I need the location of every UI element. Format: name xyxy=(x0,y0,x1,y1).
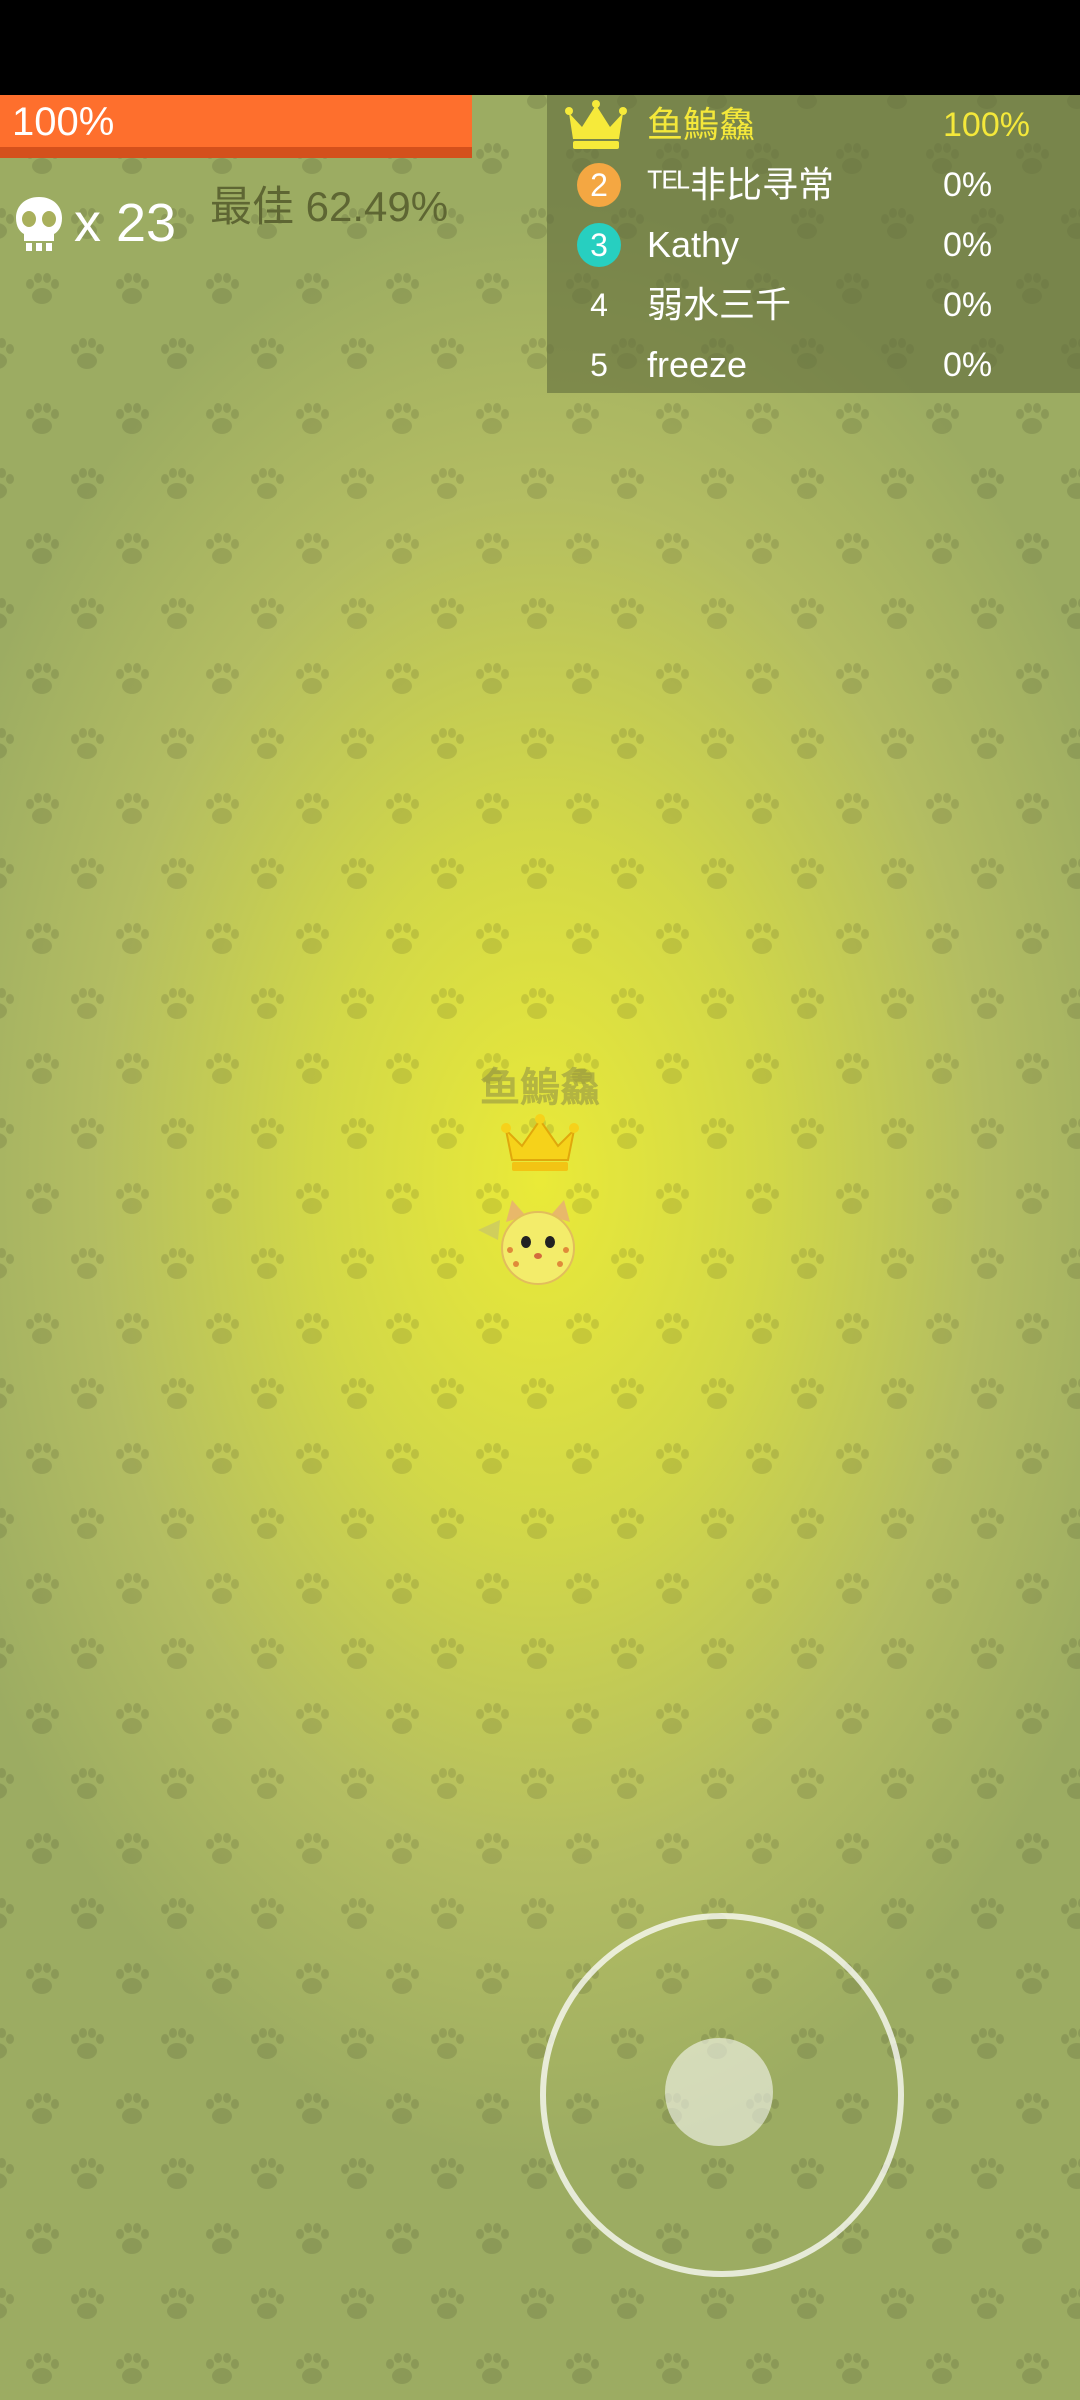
kill-count: x 23 xyxy=(74,193,177,253)
leaderboard-name: Kathy xyxy=(647,224,740,265)
leaderboard-row: 5 freeze 0% xyxy=(547,335,1080,395)
joystick-knob[interactable] xyxy=(665,2038,773,2146)
leaderboard-name: ᵀᴱᴸ非比寻常 xyxy=(647,164,834,205)
game-screen: 100% x 23 最佳 62.49% 鱼鰞鱻 100% 2 ᵀᴱᴸ非比寻常 0… xyxy=(0,0,1080,2400)
leaderboard-name: freeze xyxy=(647,344,748,385)
leaderboard-name: 弱水三千 xyxy=(647,284,792,325)
leaderboard-row: 4 弱水三千 0% xyxy=(547,275,1080,335)
territory-progress-label: 100% xyxy=(12,100,115,144)
status-bar xyxy=(0,0,1080,95)
leaderboard-percent: 0% xyxy=(943,346,993,384)
best-score: 最佳 62.49% xyxy=(210,183,449,230)
player-name-label: 鱼鰞鱻 xyxy=(480,1066,600,1110)
cat-icon xyxy=(478,1200,575,1285)
rank-number: 4 xyxy=(590,286,608,323)
rank-badge: 3 xyxy=(577,223,621,267)
rank-number: 5 xyxy=(590,346,608,383)
leaderboard-percent: 100% xyxy=(943,106,1030,144)
leaderboard-percent: 0% xyxy=(943,286,993,324)
leaderboard-row: 2 ᵀᴱᴸ非比寻常 0% xyxy=(547,155,1080,215)
leaderboard-percent: 0% xyxy=(943,226,993,264)
leaderboard: 鱼鰞鱻 100% 2 ᵀᴱᴸ非比寻常 0% 3 Kathy 0% 4 弱水三千 … xyxy=(547,95,1080,393)
kill-counter: x 23 xyxy=(14,192,176,254)
leaderboard-row: 鱼鰞鱻 100% xyxy=(547,95,1080,155)
leaderboard-row: 3 Kathy 0% xyxy=(547,215,1080,275)
leaderboard-name: 鱼鰞鱻 xyxy=(647,104,756,145)
territory-progress-shadow xyxy=(0,147,472,158)
skull-icon xyxy=(16,197,62,251)
leaderboard-percent: 0% xyxy=(943,166,993,204)
rank-badge: 2 xyxy=(577,163,621,207)
crown-icon xyxy=(565,100,627,149)
crown-icon xyxy=(501,1114,579,1171)
